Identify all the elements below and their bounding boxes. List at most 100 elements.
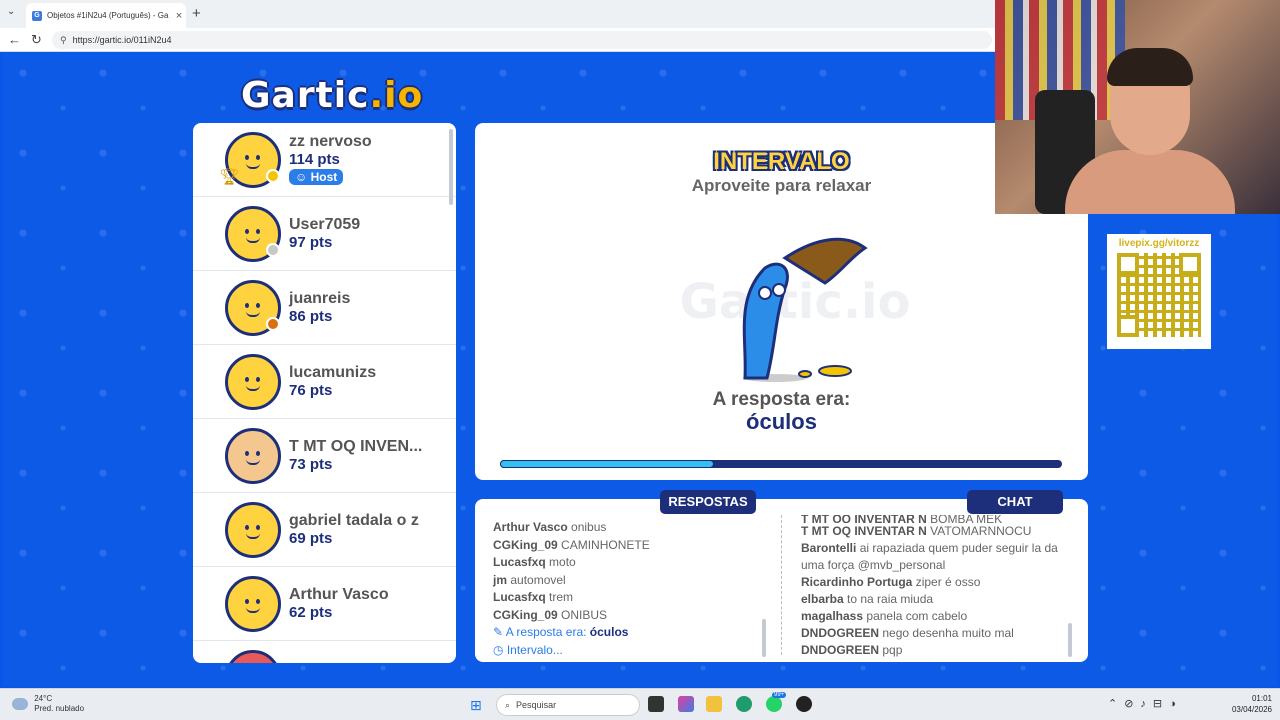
player-row[interactable]: lucamunizs 76 pts [193, 345, 456, 419]
new-tab-icon[interactable]: + [192, 5, 201, 22]
windows-start-icon[interactable]: ⊞ [470, 697, 482, 714]
search-placeholder: Pesquisar [516, 700, 557, 710]
player-name: zz nervoso [289, 133, 372, 150]
rank-dot-icon [266, 168, 280, 183]
chat-scrollbar[interactable] [1068, 623, 1072, 657]
chat-message: T MT OQ INVENTAR N VATOMARNNOCU [801, 524, 1032, 538]
url-field[interactable]: ⚲ https://gartic.io/011iN2u4 [52, 31, 992, 49]
answers-scrollbar[interactable] [762, 619, 766, 657]
interval-line: ◷ Intervalo... [493, 642, 563, 657]
player-row[interactable]: T MT OQ INVEN... 73 pts [193, 419, 456, 493]
panel-divider [781, 515, 782, 655]
file-explorer-icon[interactable] [706, 696, 722, 712]
donation-qr-card: livepix.gg/vitorzz [1107, 234, 1211, 349]
close-tab-icon[interactable]: × [172, 10, 186, 22]
back-icon[interactable]: ← [8, 32, 21, 47]
cloud-icon [12, 698, 28, 710]
gartic-favicon-icon: G [32, 10, 42, 21]
player-avatar [225, 649, 281, 663]
player-points: 114 pts [289, 151, 340, 168]
answers-chat-panel: RESPOSTAS CHAT Arthur Vasco onibus CGKing… [475, 490, 1088, 662]
player-row[interactable] [193, 641, 456, 663]
answer-entry: Arthur Vasco onibus [493, 520, 607, 534]
player-points: 86 pts [289, 308, 333, 325]
host-badge: ☺ Host [289, 169, 344, 185]
obs-icon[interactable] [796, 696, 812, 712]
clock[interactable]: 01:01 03/04/2026 [1232, 693, 1272, 715]
answer-word: óculos [746, 409, 817, 434]
weather-widget[interactable]: 24°C Pred. nublado [12, 694, 84, 714]
player-list: zz nervoso 114 pts ☺ Host 🏆︎ User7059 97… [193, 123, 456, 663]
trophy-icon: 🏆︎ [219, 169, 240, 186]
reload-icon[interactable]: ↻ [31, 32, 42, 48]
player-row[interactable]: juanreis 86 pts [193, 271, 456, 345]
site-info-icon[interactable]: ⚲ [60, 35, 67, 46]
player-avatar [225, 427, 281, 484]
weather-temp: 24°C [34, 694, 53, 703]
player-avatar [225, 205, 281, 262]
player-name: lucamunizs [289, 364, 377, 381]
answer-entry: CGKing_09 CAMINHONETE [493, 537, 650, 552]
clock-date: 03/04/2026 [1231, 705, 1272, 714]
qr-caption: livepix.gg/vitorzz [1118, 238, 1200, 249]
player-points: 69 pts [289, 530, 333, 547]
chat-message: DNDOGREEN nego desenha muito mal [801, 626, 1014, 640]
chat-message: DNDOGREEN pqp [801, 643, 903, 657]
copilot-icon[interactable] [678, 696, 694, 712]
player-name: User7059 [289, 216, 361, 233]
qr-code-icon [1117, 253, 1201, 337]
chat-message: magalhass panela com cabelo [801, 609, 968, 623]
answer-entry: Lucasfxq moto [493, 555, 576, 569]
streamer-webcam [995, 0, 1280, 214]
edge-browser-icon[interactable] [736, 696, 752, 712]
brush-mascot-illustration: Gartic.io [680, 237, 911, 382]
player-row[interactable]: Arthur Vasco 62 pts [193, 567, 456, 641]
tab-title: Objetos #1iN2u4 (Português) - Ga [47, 11, 169, 20]
player-points: 73 pts [289, 456, 333, 473]
chat-message: Ricardinho Portuga ziper é osso [801, 575, 981, 589]
pencil-icon: ✎ [493, 625, 504, 639]
rank-dot-icon [266, 316, 280, 331]
tab-chat[interactable]: CHAT [967, 490, 1063, 514]
streamer-hair [1107, 48, 1193, 86]
rank-dot-icon [266, 242, 280, 257]
player-avatar [225, 353, 281, 410]
tab-answers[interactable]: RESPOSTAS [660, 490, 756, 514]
notification-badge: 99+ [772, 692, 787, 698]
round-progress-bar [500, 460, 1062, 468]
player-row[interactable]: User7059 97 pts [193, 197, 456, 271]
task-view-icon[interactable] [648, 696, 664, 712]
system-tray-icons[interactable]: ⌃⊘♪⊟◑ [1108, 697, 1183, 710]
answer-label: A resposta era: [712, 389, 851, 410]
round-progress-fill [500, 460, 714, 468]
answer-entry: CGKing_09 ONIBUS [493, 607, 608, 622]
clock-time: 01:01 [1251, 694, 1272, 703]
player-avatar [225, 279, 281, 336]
player-points: 97 pts [289, 234, 333, 251]
player-points: 76 pts [289, 382, 333, 399]
chat-message: elbarba to na raia miuda [801, 592, 934, 606]
whatsapp-icon[interactable] [766, 696, 782, 712]
svg-text:Gartic.io: Gartic.io [680, 274, 911, 330]
player-avatar [225, 575, 281, 632]
browser-tab[interactable]: G Objetos #1iN2u4 (Português) - Ga × [26, 3, 186, 28]
player-row[interactable]: gabriel tadala o z 69 pts [193, 493, 456, 567]
tab-list-icon[interactable]: ⌄ [7, 6, 15, 17]
player-name: T MT OQ INVEN... [289, 438, 423, 455]
player-name: juanreis [289, 290, 351, 307]
answer-entry: jm automovel [493, 572, 566, 587]
answer-reveal-line: ✎ A resposta era: óculos [493, 625, 629, 639]
chat-list: T MT OQ INVENTAR N BOMBA MEK T MT OQ INVE… [801, 513, 1071, 659]
search-icon: ⌕ [505, 699, 511, 710]
taskbar-search[interactable]: ⌕ Pesquisar [496, 694, 640, 716]
url-text: https://gartic.io/011iN2u4 [72, 35, 172, 45]
player-row[interactable]: zz nervoso 114 pts ☺ Host 🏆︎ [193, 123, 456, 197]
chat-message: Barontelli ai rapaziada quem puder segui… [801, 541, 1058, 572]
answers-list: Arthur Vasco onibus CGKing_09 CAMINHONETE… [493, 519, 763, 659]
windows-taskbar: 24°C Pred. nublado ⊞ ⌕ Pesquisar 99+ ⌃⊘♪… [0, 688, 1280, 720]
player-name: Arthur Vasco [289, 586, 389, 603]
streamer-body [1065, 150, 1235, 214]
player-list-scrollbar[interactable] [449, 129, 453, 205]
player-avatar [225, 501, 281, 558]
chat-message: T MT OQ INVENTAR N BOMBA MEK [801, 515, 1003, 523]
